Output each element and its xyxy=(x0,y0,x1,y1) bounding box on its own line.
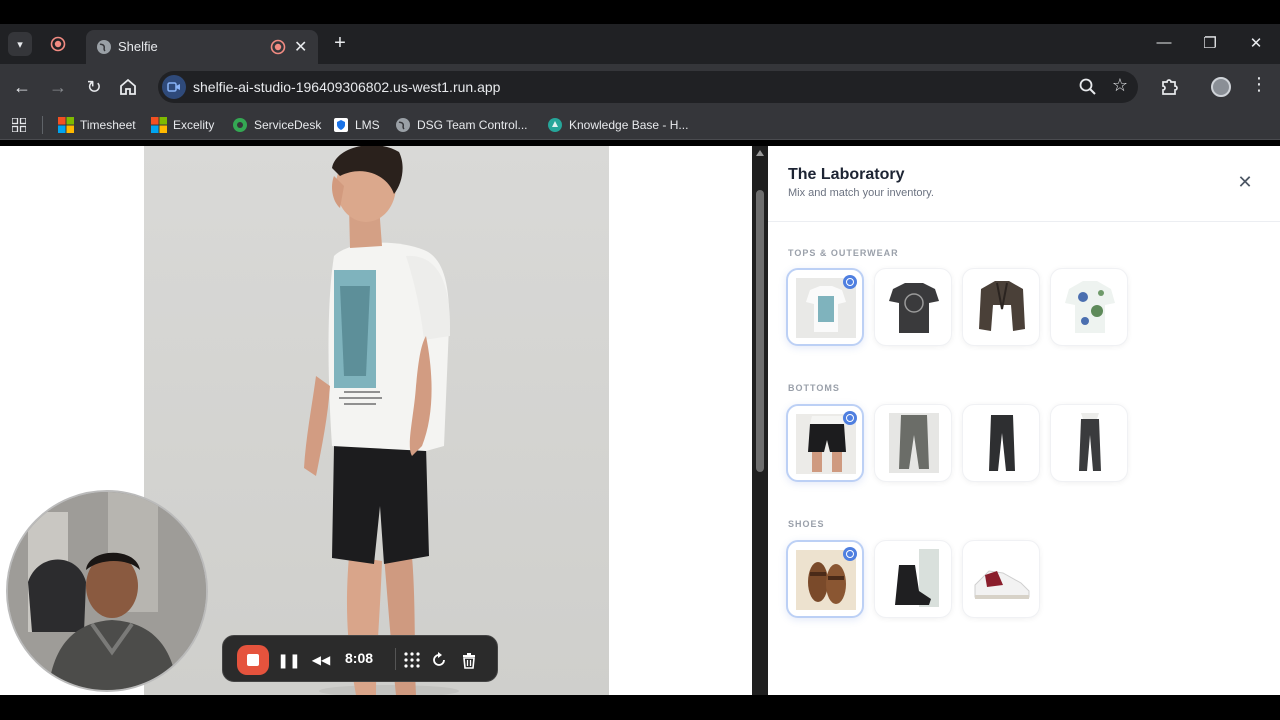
restore-button[interactable]: ❐ xyxy=(1200,34,1220,52)
panel-header: The Laboratory Mix and match your invent… xyxy=(768,146,1280,222)
black-boots-thumbnail xyxy=(895,549,939,607)
black-trousers-thumbnail xyxy=(989,415,1015,471)
bookmark-label: Knowledge Base - H... xyxy=(569,118,689,132)
bookmark-label: Timesheet xyxy=(80,118,136,132)
new-tab-button[interactable]: + xyxy=(328,32,352,56)
item-grey-cargo-pants[interactable] xyxy=(874,404,952,482)
bookmark-lms[interactable]: LMS xyxy=(333,116,380,134)
address-bar[interactable]: shelfie-ai-studio-196409306802.us-west1.… xyxy=(158,71,1138,103)
reload-icon[interactable]: ↻ xyxy=(82,75,106,99)
browser-toolbar: ← → ↻ shelfie-ai-studio-196409306802.us-… xyxy=(0,64,1280,110)
recording-timer: 8:08 xyxy=(345,650,374,666)
globe-icon xyxy=(97,40,111,54)
panel-subtitle: Mix and match your inventory. xyxy=(788,187,934,199)
restart-icon[interactable] xyxy=(429,650,449,670)
bookmark-star-icon[interactable]: ☆ xyxy=(1112,75,1128,96)
item-dark-graphic-tee[interactable] xyxy=(874,268,952,346)
page-scrollbar-thumb[interactable] xyxy=(756,190,764,472)
red-sneakers-thumbnail xyxy=(974,570,1030,599)
bookmark-excelity[interactable]: Excelity xyxy=(151,116,214,134)
item-floral-shirt[interactable] xyxy=(1050,268,1128,346)
recorder-separator xyxy=(395,648,396,670)
home-icon[interactable] xyxy=(118,77,138,97)
screen-recorder-controls: ❚❚ ◀◀ 8:08 xyxy=(222,635,498,682)
webcam-overlay xyxy=(6,490,208,692)
bookmark-servicedesk[interactable]: ServiceDesk xyxy=(232,116,321,134)
laboratory-panel: The Laboratory Mix and match your invent… xyxy=(768,146,1280,695)
grid-dots-icon[interactable] xyxy=(401,649,423,671)
panel-title: The Laboratory xyxy=(788,166,905,183)
bookmarks-bar: Timesheet Excelity ServiceDesk LMS DSG T… xyxy=(0,110,1280,140)
zoom-icon[interactable] xyxy=(1078,77,1098,97)
pause-icon[interactable]: ❚❚ xyxy=(277,648,301,672)
browser-tab-bar: ▾ Shelfie ✕ + — ❐ ✕ xyxy=(0,24,1280,64)
dark-graphic-tee-thumbnail xyxy=(889,283,939,333)
tab-search-button[interactable]: ▾ xyxy=(8,32,32,56)
microsoft-icon xyxy=(151,117,167,133)
item-black-chinos[interactable] xyxy=(1050,404,1128,482)
floral-shirt-thumbnail xyxy=(1065,281,1115,333)
item-black-boots[interactable] xyxy=(874,540,952,618)
selected-check-icon xyxy=(843,411,857,425)
browser-menu-icon[interactable]: ⋮ xyxy=(1250,74,1268,95)
rewind-icon[interactable]: ◀◀ xyxy=(309,648,333,672)
recording-indicator-icon xyxy=(50,36,66,52)
scroll-up-arrow-icon[interactable] xyxy=(756,150,764,156)
item-brown-sandals[interactable] xyxy=(786,540,864,618)
presenter-webcam-illustration xyxy=(8,492,206,690)
model-preview-image xyxy=(144,146,609,695)
tab-title: Shelfie xyxy=(118,39,158,54)
screen-frame: ▾ Shelfie ✕ + — ❐ ✕ ← → ↻ shelfie-ai-stu… xyxy=(0,0,1280,720)
url-text[interactable]: shelfie-ai-studio-196409306802.us-west1.… xyxy=(193,79,500,95)
item-black-shorts[interactable] xyxy=(786,404,864,482)
trash-icon[interactable] xyxy=(459,650,479,670)
close-window-button[interactable]: ✕ xyxy=(1246,34,1266,52)
tab-close-icon[interactable]: ✕ xyxy=(294,37,307,57)
back-arrow-icon[interactable]: ← xyxy=(10,75,34,99)
item-black-trousers[interactable] xyxy=(962,404,1040,482)
bookmarks-separator xyxy=(42,116,43,134)
stop-recording-button[interactable] xyxy=(237,645,269,675)
leather-jacket-thumbnail xyxy=(979,281,1025,331)
profile-avatar[interactable] xyxy=(1211,77,1231,97)
site-info-icon[interactable] xyxy=(162,75,186,99)
extensions-puzzle-icon[interactable] xyxy=(1158,76,1180,98)
panel-close-icon[interactable]: ✕ xyxy=(1234,172,1256,194)
bookmark-label: DSG Team Control... xyxy=(417,118,528,132)
selected-check-icon xyxy=(843,275,857,289)
tab-recording-icon xyxy=(270,39,286,55)
shield-icon xyxy=(334,118,348,132)
servicedesk-icon xyxy=(233,118,247,132)
grey-cargo-pants-thumbnail xyxy=(889,413,939,473)
apps-grid-icon[interactable] xyxy=(12,118,26,132)
video-camera-icon xyxy=(167,82,180,92)
knowledge-icon xyxy=(548,118,562,132)
item-red-sneakers[interactable] xyxy=(962,540,1040,618)
tab-shelfie[interactable]: Shelfie ✕ xyxy=(86,30,318,64)
section-label-bottoms: BOTTOMS xyxy=(788,383,840,393)
selected-check-icon xyxy=(843,547,857,561)
bookmark-label: ServiceDesk xyxy=(254,118,322,132)
forward-arrow-icon[interactable]: → xyxy=(46,75,70,99)
bookmark-label: LMS xyxy=(355,118,380,132)
bookmark-dsg-team-control[interactable]: DSG Team Control... xyxy=(395,116,527,134)
bookmark-timesheet[interactable]: Timesheet xyxy=(58,116,136,134)
section-label-shoes: SHOES xyxy=(788,519,825,529)
microsoft-icon xyxy=(58,117,74,133)
minimize-button[interactable]: — xyxy=(1154,34,1174,51)
item-graphic-tee[interactable] xyxy=(786,268,864,346)
black-chinos-thumbnail xyxy=(1079,413,1101,471)
globe-icon xyxy=(396,118,410,132)
bookmark-label: Excelity xyxy=(173,118,215,132)
item-leather-jacket[interactable] xyxy=(962,268,1040,346)
bookmark-knowledge-base[interactable]: Knowledge Base - H... xyxy=(547,116,688,134)
model-figure-illustration xyxy=(304,146,459,695)
section-label-tops: TOPS & OUTERWEAR xyxy=(788,248,899,258)
